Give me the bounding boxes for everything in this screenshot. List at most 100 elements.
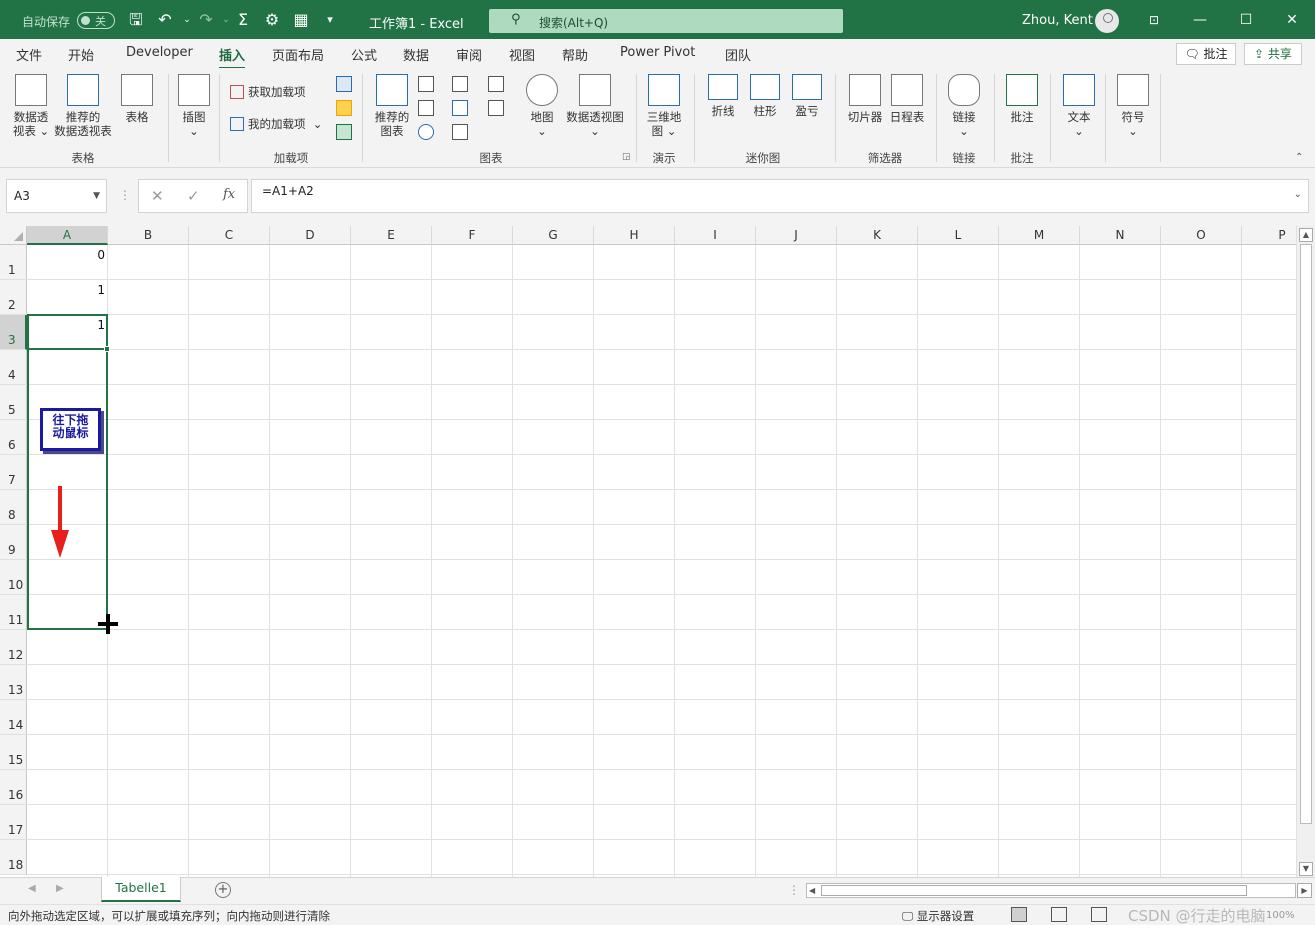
column-header-E[interactable]: E <box>351 226 432 245</box>
tab-home[interactable]: 开始 <box>68 45 94 64</box>
3d-map-button[interactable]: 三维地 图 ⌄ <box>644 74 684 138</box>
ribbon-display-icon[interactable]: ⊡ <box>1142 8 1166 32</box>
row-header-8[interactable]: 8 <box>0 490 27 525</box>
minimize-icon[interactable]: — <box>1188 8 1212 32</box>
recommended-pivot-button[interactable]: 推荐的 数据透视表 <box>52 74 114 138</box>
text-button[interactable]: 文本 ⌄ <box>1061 74 1097 138</box>
slicer-button[interactable]: 切片器 <box>846 74 884 124</box>
row-header-9[interactable]: 9 <box>0 525 27 560</box>
row-header-17[interactable]: 17 <box>0 805 27 840</box>
column-chart-icon[interactable] <box>418 76 434 92</box>
cell-area[interactable] <box>27 245 1296 877</box>
new-comment-button[interactable]: 批注 <box>1004 74 1040 124</box>
hierarchy-chart-icon[interactable] <box>452 76 468 92</box>
table-button[interactable]: 表格 <box>118 74 156 124</box>
dialog-launcher-icon[interactable]: ◲ <box>622 152 631 162</box>
tab-power-pivot[interactable]: Power Pivot <box>620 45 695 60</box>
row-header-12[interactable]: 12 <box>0 630 27 665</box>
scroll-up-icon[interactable]: ▲ <box>1299 228 1313 242</box>
tab-insert[interactable]: 插入 <box>219 45 246 70</box>
map-chart-button[interactable]: 地图 ⌄ <box>526 74 558 138</box>
next-sheet-icon[interactable]: ▶ <box>56 883 64 894</box>
normal-view-icon[interactable] <box>1011 907 1027 922</box>
row-header-5[interactable]: 5 <box>0 385 27 420</box>
formula-input[interactable]: =A1+A2 ⌄ <box>251 179 1309 213</box>
sparkline-line-button[interactable]: 折线 <box>706 74 740 118</box>
scroll-right-icon[interactable]: ▶ <box>1297 883 1312 898</box>
illustrations-button[interactable]: 插图 ⌄ <box>176 74 212 138</box>
row-header-3[interactable]: 3 <box>0 315 27 350</box>
row-header-2[interactable]: 2 <box>0 280 27 315</box>
customize-qat-icon[interactable]: ▾ <box>319 9 341 31</box>
cell-A1[interactable]: 0 <box>27 245 108 280</box>
select-all-corner[interactable] <box>0 226 27 245</box>
scroll-down-icon[interactable]: ▼ <box>1299 862 1313 876</box>
formula-check-icon[interactable]: ⚙ <box>261 9 283 31</box>
avatar[interactable] <box>1095 9 1119 33</box>
symbols-button[interactable]: 符号 ⌄ <box>1115 74 1151 138</box>
bing-icon[interactable] <box>336 100 352 116</box>
expand-formula-icon[interactable]: ⌄ <box>1294 189 1302 200</box>
tab-formulas[interactable]: 公式 <box>351 45 377 64</box>
table-icon[interactable]: ▦ <box>290 9 312 31</box>
column-header-J[interactable]: J <box>756 226 837 245</box>
row-header-11[interactable]: 11 <box>0 595 27 630</box>
tab-review[interactable]: 审阅 <box>456 45 482 64</box>
save-icon[interactable]: 🖫 <box>125 9 147 31</box>
formula-bar-grip-icon[interactable]: ⋮ <box>119 188 131 202</box>
column-header-L[interactable]: L <box>918 226 999 245</box>
row-header-4[interactable]: 4 <box>0 350 27 385</box>
display-settings[interactable]: 🖵 显示器设置 <box>902 908 974 924</box>
get-addins-button[interactable]: 获取加载项 <box>230 84 306 100</box>
column-header-F[interactable]: F <box>432 226 513 245</box>
column-header-A[interactable]: A <box>27 226 108 245</box>
user-name[interactable]: Zhou, Kent <box>1022 13 1093 28</box>
row-header-6[interactable]: 6 <box>0 420 27 455</box>
column-header-M[interactable]: M <box>999 226 1080 245</box>
scroll-left-icon[interactable]: ◀ <box>809 884 815 897</box>
row-header-18[interactable]: 18 <box>0 840 27 875</box>
fill-handle[interactable] <box>104 346 110 352</box>
search-box[interactable]: ⚲ 搜索(Alt+Q) <box>489 9 843 33</box>
column-header-P[interactable]: P <box>1242 226 1296 245</box>
zoom-level[interactable]: 100% <box>1266 910 1295 921</box>
line-chart-icon[interactable] <box>418 100 434 116</box>
sigma-icon[interactable]: Σ <box>232 9 254 31</box>
column-header-O[interactable]: O <box>1161 226 1242 245</box>
page-break-view-icon[interactable] <box>1091 907 1107 922</box>
visio-icon[interactable] <box>336 76 352 92</box>
column-header-G[interactable]: G <box>513 226 594 245</box>
timeline-button[interactable]: 日程表 <box>888 74 926 124</box>
tab-page-layout[interactable]: 页面布局 <box>272 45 324 64</box>
statistic-chart-icon[interactable] <box>452 100 468 116</box>
my-addins-button[interactable]: 我的加载项 ⌄ <box>230 116 322 132</box>
pivot-chart-button[interactable]: 数据透视图 ⌄ <box>563 74 627 138</box>
people-graph-icon[interactable] <box>336 124 352 140</box>
row-header-1[interactable]: 1 <box>0 245 27 280</box>
column-header-C[interactable]: C <box>189 226 270 245</box>
waterfall-chart-icon[interactable] <box>488 76 504 92</box>
column-header-N[interactable]: N <box>1080 226 1161 245</box>
link-button[interactable]: 链接 ⌄ <box>946 74 982 138</box>
tab-help[interactable]: 帮助 <box>562 45 588 64</box>
recommended-charts-button[interactable]: 推荐的 图表 <box>370 74 414 138</box>
add-sheet-icon[interactable]: + <box>215 882 231 898</box>
horizontal-scrollbar[interactable]: ◀ ▶ <box>806 883 1312 898</box>
tab-developer[interactable]: Developer <box>126 45 193 60</box>
autosave-toggle[interactable]: 关 <box>77 12 115 29</box>
column-header-B[interactable]: B <box>108 226 189 245</box>
name-box[interactable]: A3 ▼ <box>6 179 107 213</box>
scatter-chart-icon[interactable] <box>452 124 468 140</box>
combo-chart-icon[interactable] <box>488 100 504 116</box>
row-header-13[interactable]: 13 <box>0 665 27 700</box>
row-header-15[interactable]: 15 <box>0 735 27 770</box>
tab-team[interactable]: 团队 <box>725 45 751 64</box>
hscroll-thumb[interactable] <box>821 885 1247 896</box>
pivot-table-button[interactable]: 数据透 视表 ⌄ <box>8 74 54 138</box>
redo-icon[interactable]: ↷ <box>195 9 217 31</box>
row-header-10[interactable]: 10 <box>0 560 27 595</box>
column-header-K[interactable]: K <box>837 226 918 245</box>
column-header-I[interactable]: I <box>675 226 756 245</box>
insert-function-icon[interactable]: fx <box>223 187 235 202</box>
close-icon[interactable]: ✕ <box>1280 8 1304 32</box>
